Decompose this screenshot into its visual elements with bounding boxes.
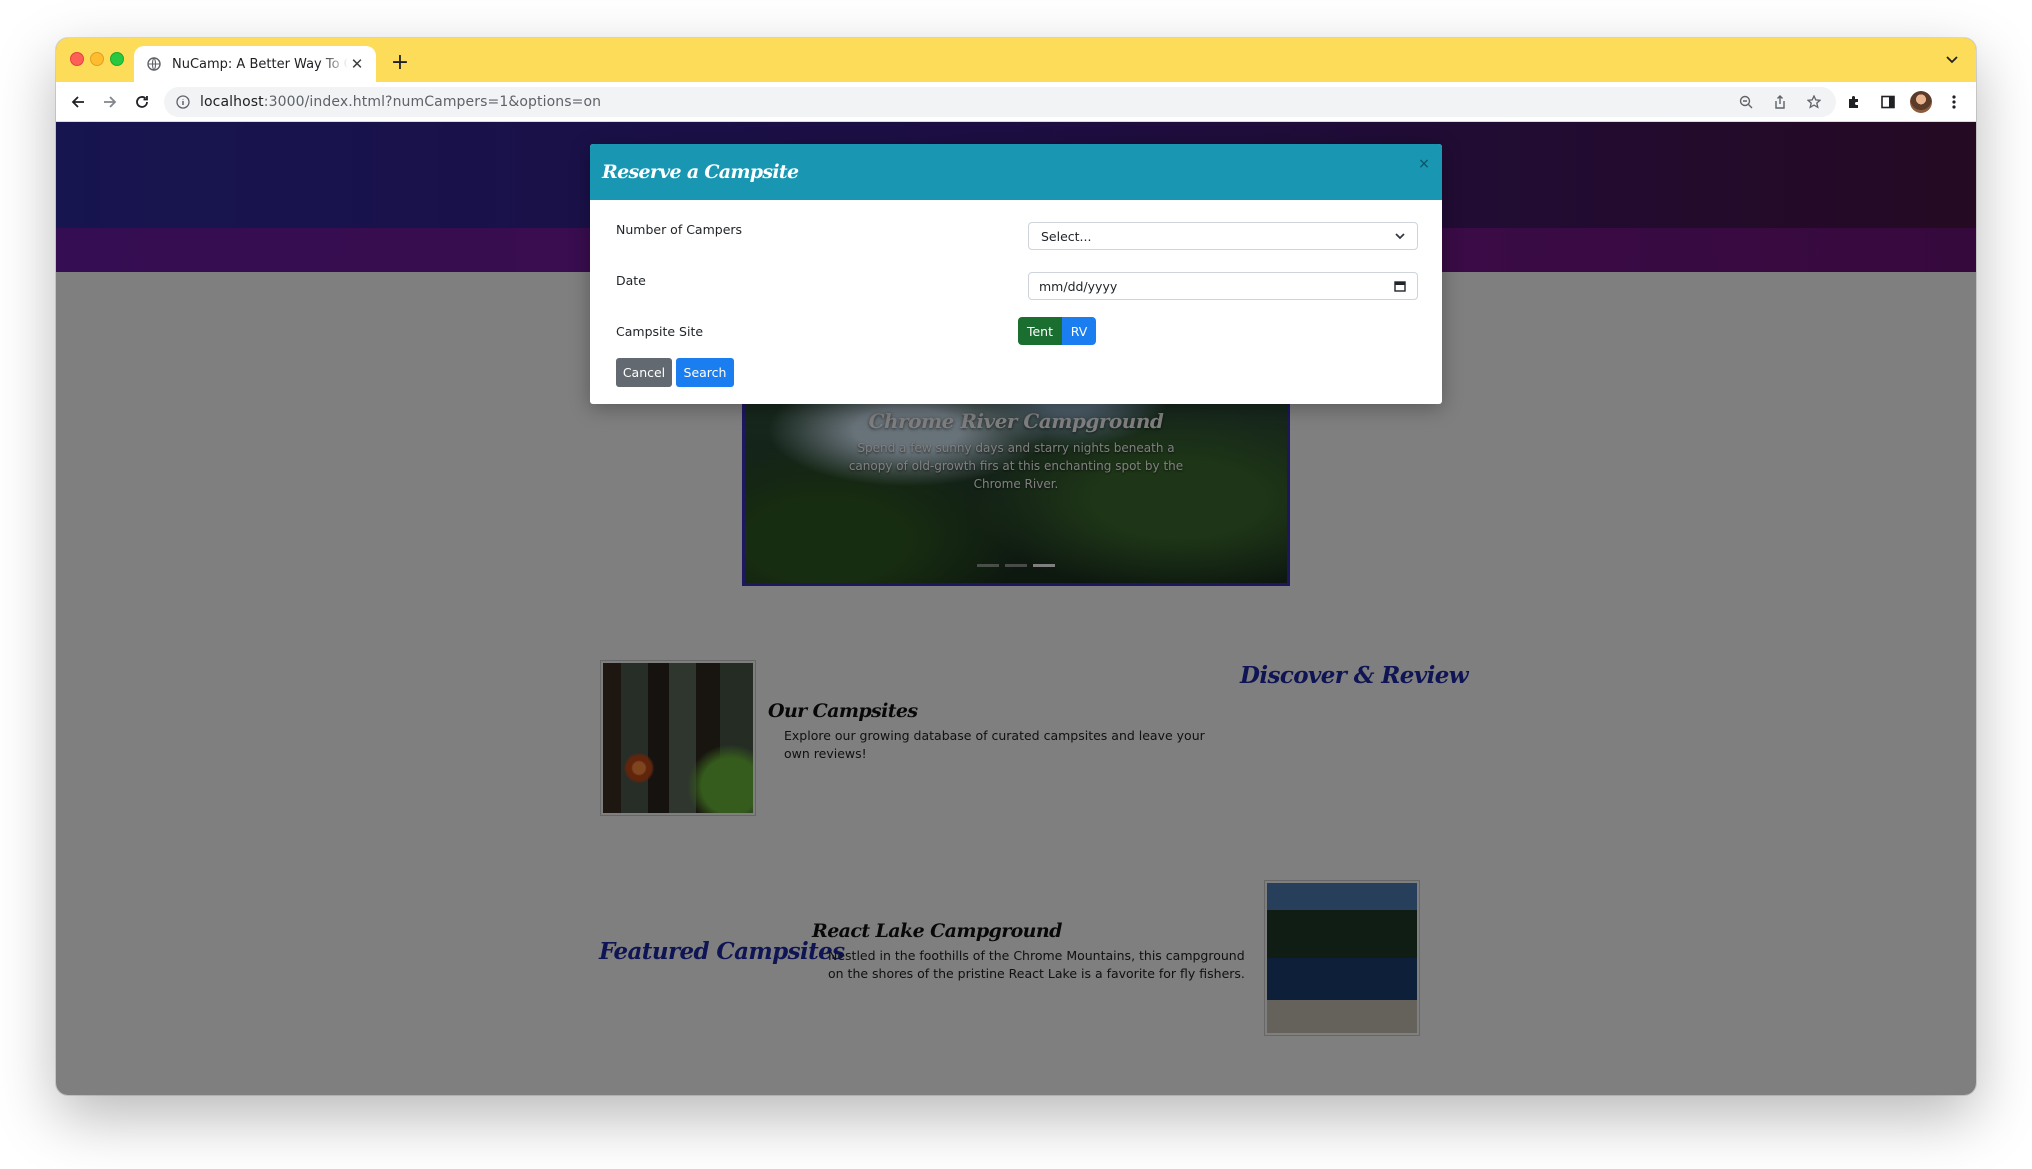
profile-avatar[interactable]: [1910, 91, 1932, 113]
calendar-icon[interactable]: [1393, 279, 1407, 293]
extensions-icon[interactable]: [1842, 90, 1866, 114]
date-placeholder: mm/dd/yyyy: [1039, 278, 1118, 294]
sidepanel-icon[interactable]: [1876, 90, 1900, 114]
date-input[interactable]: mm/dd/yyyy: [1028, 272, 1418, 300]
tent-option-button[interactable]: Tent: [1018, 317, 1062, 345]
browser-window: NuCamp: A Better Way To Camp ✕ + localho…: [56, 38, 1976, 1095]
close-window-button[interactable]: [70, 52, 84, 66]
url-text: localhost:3000/index.html?numCampers=1&o…: [200, 94, 602, 110]
star-icon[interactable]: [1804, 92, 1824, 112]
tab-strip: NuCamp: A Better Way To Camp ✕ +: [56, 38, 1976, 82]
chevron-down-icon: [1393, 229, 1407, 243]
browser-tab[interactable]: NuCamp: A Better Way To Camp ✕: [134, 46, 376, 82]
campers-label: Number of Campers: [616, 222, 743, 237]
menu-icon[interactable]: [1942, 90, 1966, 114]
share-icon[interactable]: [1770, 92, 1790, 112]
rv-option-button[interactable]: RV: [1062, 317, 1096, 345]
campsite-type-toggle: Tent RV: [1018, 317, 1096, 345]
search-button[interactable]: Search: [676, 358, 734, 387]
forward-arrow-icon[interactable]: [98, 90, 122, 114]
page-viewport: ‹ › Chrome River Campground Spend a few …: [56, 122, 1976, 1095]
tab-search-chevron-icon[interactable]: [1942, 50, 1962, 70]
reserve-campsite-modal: Reserve a Campsite × Number of Campers S…: [590, 144, 1442, 404]
cancel-button[interactable]: Cancel: [616, 358, 672, 387]
reload-icon[interactable]: [130, 90, 154, 114]
campers-select[interactable]: Select...: [1028, 222, 1418, 250]
new-tab-button[interactable]: +: [386, 48, 414, 76]
close-icon[interactable]: ×: [1416, 156, 1432, 172]
minimize-window-button[interactable]: [90, 52, 104, 66]
globe-icon: [146, 56, 162, 72]
address-bar[interactable]: localhost:3000/index.html?numCampers=1&o…: [164, 87, 1836, 117]
modal-title: Reserve a Campsite: [602, 161, 799, 183]
info-icon[interactable]: [176, 95, 190, 109]
campsite-site-label: Campsite Site: [616, 324, 704, 339]
tab-title: NuCamp: A Better Way To Camp: [172, 56, 348, 72]
zoom-icon[interactable]: [1736, 92, 1756, 112]
back-arrow-icon[interactable]: [66, 90, 90, 114]
campers-select-value: Select...: [1041, 228, 1092, 244]
browser-toolbar: localhost:3000/index.html?numCampers=1&o…: [56, 82, 1976, 122]
modal-header: Reserve a Campsite ×: [590, 144, 1442, 200]
maximize-window-button[interactable]: [110, 52, 124, 66]
date-label: Date: [616, 273, 646, 288]
close-tab-icon[interactable]: ✕: [348, 55, 366, 73]
